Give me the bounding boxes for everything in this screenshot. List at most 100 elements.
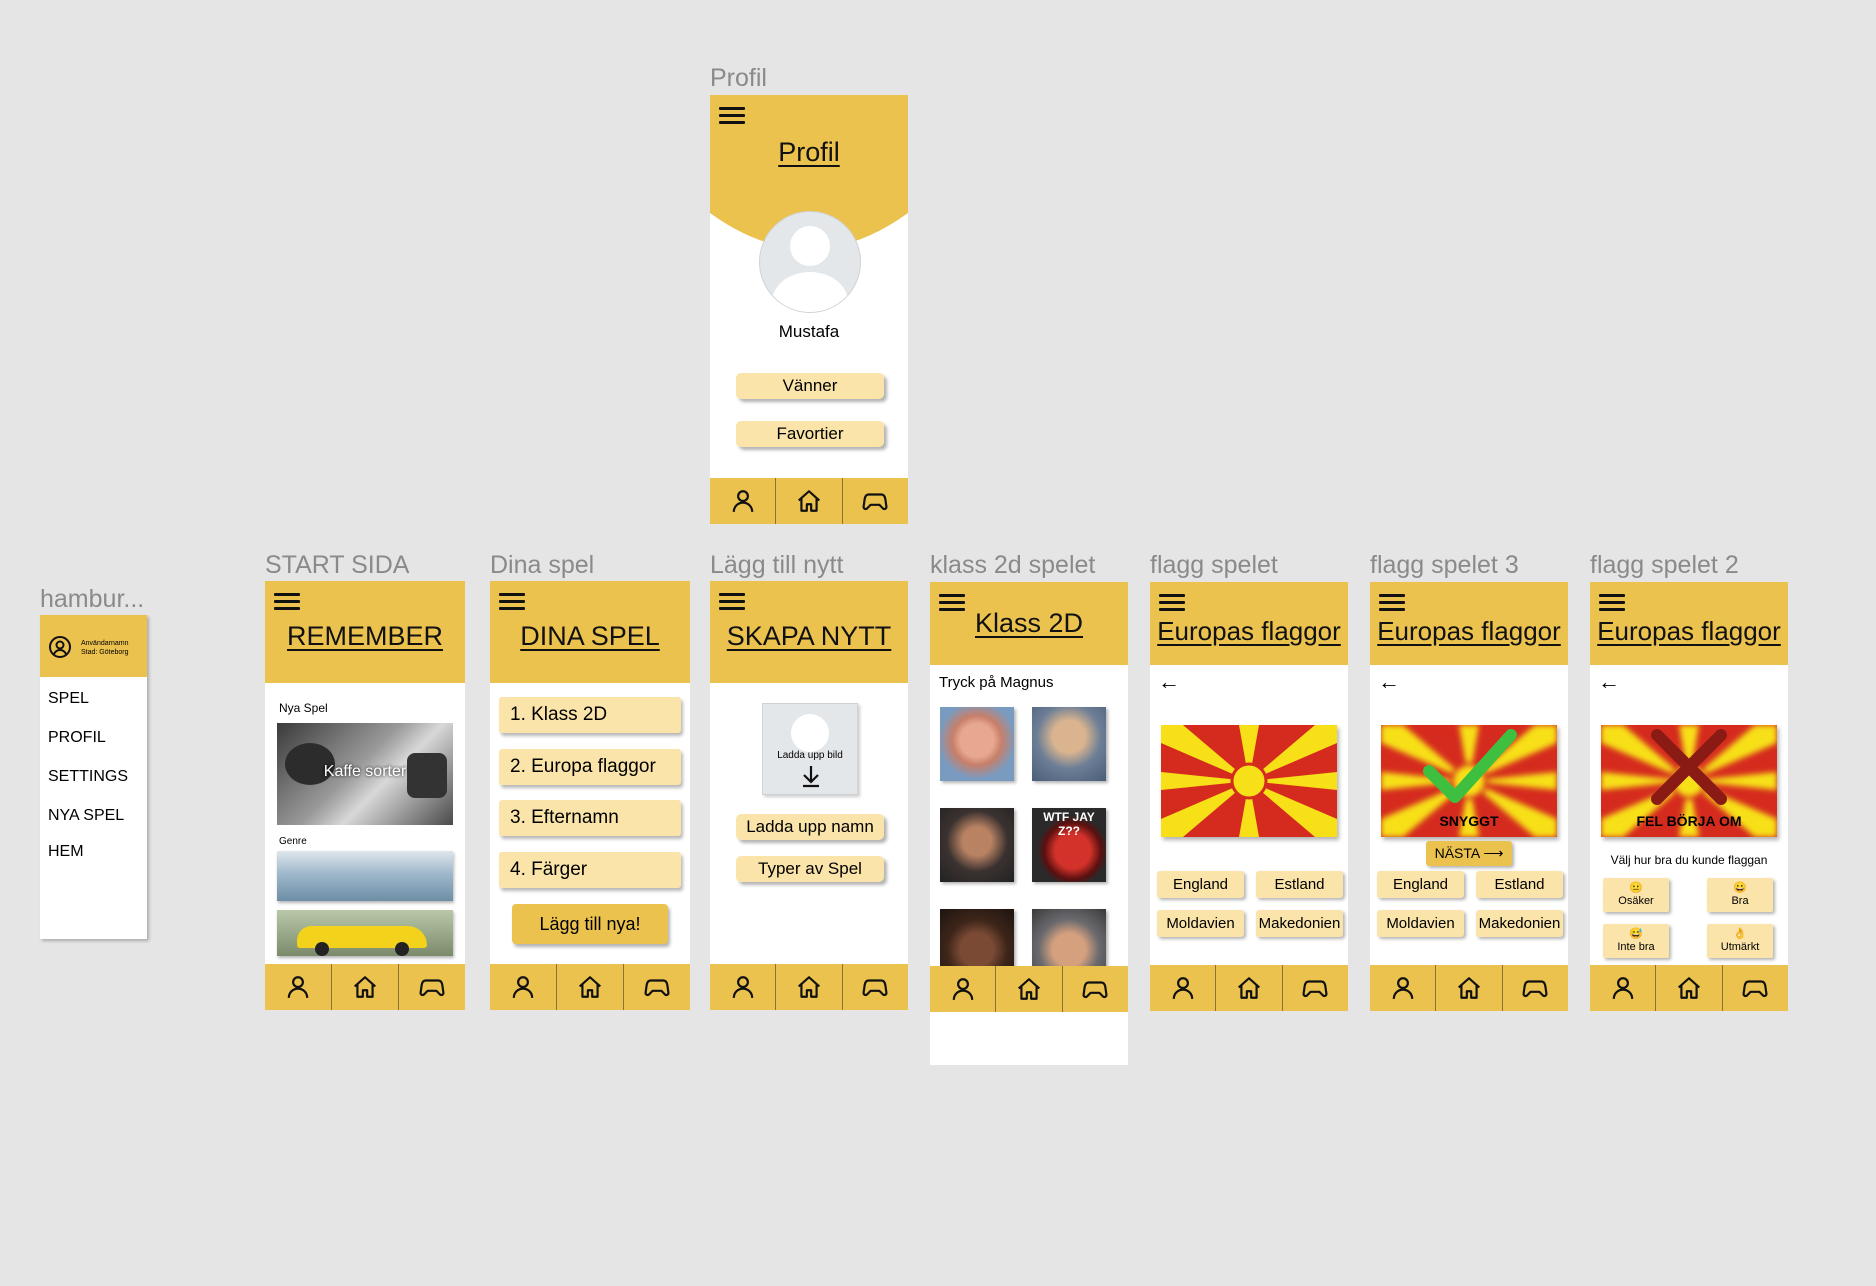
nav-games[interactable] [843,478,908,524]
genre-card-car[interactable] [277,910,453,956]
answer-button[interactable]: Estland [1256,871,1343,898]
avatar-body [772,272,848,312]
nav-home[interactable] [1216,965,1283,1011]
nav-profile[interactable] [1590,965,1657,1011]
cross-icon [1651,729,1727,805]
menu-item-hem[interactable]: HEM [48,843,84,861]
menu-item-profil[interactable]: PROFIL [48,729,106,747]
result-text: FEL BÖRJA OM [1636,813,1742,829]
page-title: Europas flaggor [1377,616,1561,646]
gamepad-icon [862,974,888,1000]
avatar[interactable] [759,211,861,313]
frame-label-hamburger: hambur... [40,585,145,613]
rating-label: Osäker [1618,895,1654,907]
nav-games[interactable] [399,964,465,1010]
nav-profile[interactable] [710,964,777,1010]
menu-item-spel[interactable]: SPEL [48,690,89,708]
nav-profile[interactable] [265,964,332,1010]
answer-button[interactable]: England [1157,871,1244,898]
sweat-face-icon: 😅 [1629,928,1643,940]
meme-text: WTF JAY Z?? [1043,810,1095,838]
nav-home[interactable] [557,964,624,1010]
nav-games[interactable] [1283,965,1348,1011]
gamepad-icon [1082,976,1108,1002]
nav-profile[interactable] [1370,965,1437,1011]
menu-item-nya-spel[interactable]: NYA SPEL [48,807,124,825]
nav-profile[interactable] [1150,965,1217,1011]
answer-button[interactable]: Makedonien [1256,910,1343,937]
next-button[interactable]: NÄSTA ⟶ [1426,841,1512,866]
game-list-item[interactable]: 4. Färger [499,852,681,888]
flag-image: SNYGGT [1381,725,1557,837]
nav-games[interactable] [1723,965,1788,1011]
header: DINA SPEL [490,581,690,683]
hamburger-icon[interactable] [274,593,300,611]
student-photo[interactable]: WTF JAY Z?? [1032,808,1106,882]
student-photo[interactable] [1032,707,1106,781]
answer-button[interactable]: Moldavien [1377,910,1464,937]
nav-games[interactable] [1063,966,1128,1012]
nav-games[interactable] [843,964,908,1010]
rating-button-unsure[interactable]: 😐 Osäker [1603,878,1669,912]
nav-home[interactable] [776,964,843,1010]
hamburger-icon[interactable] [499,593,525,611]
answer-button[interactable]: England [1377,871,1464,898]
student-photo[interactable] [940,808,1014,882]
nav-games[interactable] [1503,965,1568,1011]
nav-home[interactable] [996,966,1063,1012]
page-title: SKAPA NYTT [726,621,892,651]
nav-profile[interactable] [490,964,557,1010]
hamburger-icon[interactable] [1159,594,1185,612]
upload-image-box[interactable]: Ladda upp bild [762,703,858,795]
hamburger-icon[interactable] [1379,594,1405,612]
game-types-button[interactable]: Typer av Spel [736,856,884,882]
nav-home[interactable] [1436,965,1503,1011]
student-photo[interactable] [940,707,1014,781]
menu-item-settings[interactable]: SETTINGS [48,768,128,786]
back-arrow-icon[interactable]: ← [1158,669,1180,695]
hamburger-icon[interactable] [1599,594,1625,612]
game-card-kaffe[interactable]: Kaffe sorter [277,723,453,825]
person-icon [1390,975,1416,1001]
answer-button[interactable]: Makedonien [1476,910,1563,937]
game-card-label: Kaffe sorter [323,763,407,780]
nav-games[interactable] [624,964,690,1010]
frame-label-start: START SIDA [265,551,410,579]
bottom-nav [1370,965,1568,1011]
gamepad-icon [419,974,445,1000]
nav-profile[interactable] [930,966,997,1012]
header: SKAPA NYTT [710,581,908,683]
game-list-item[interactable]: 2. Europa flaggor [499,749,681,785]
header: REMEMBER [265,581,465,683]
back-arrow-icon[interactable]: ← [1598,669,1620,695]
rating-button-excellent[interactable]: 👌 Utmärkt [1707,924,1773,958]
bottom-nav [710,478,908,524]
nav-profile[interactable] [710,478,777,524]
rating-button-good[interactable]: 😀 Bra [1707,878,1773,912]
neutral-face-icon: 😐 [1629,882,1643,894]
game-list-item[interactable]: 3. Efternamn [499,800,681,836]
flagg-screen: Europas flaggor ← England Estland Moldav… [1150,582,1348,1011]
rating-button-not-good[interactable]: 😅 Inte bra [1603,924,1669,958]
nav-home[interactable] [1656,965,1723,1011]
nav-home[interactable] [776,478,843,524]
frame-label-lagg-till: Lägg till nytt [710,551,844,579]
answer-button[interactable]: Estland [1476,871,1563,898]
hamburger-icon[interactable] [719,593,745,611]
gamepad-icon [1302,975,1328,1001]
friends-button[interactable]: Vänner [736,373,884,399]
nav-home[interactable] [332,964,399,1010]
upload-name-button[interactable]: Ladda upp namn [736,814,884,840]
answer-button[interactable]: Moldavien [1157,910,1244,937]
favorites-button[interactable]: Favortier [736,421,884,447]
back-arrow-icon[interactable]: ← [1378,669,1400,695]
game-list-item[interactable]: 1. Klass 2D [499,697,681,733]
add-new-button[interactable]: Lägg till nya! [512,904,668,944]
frame-label-flagg: flagg spelet [1150,551,1278,579]
home-icon [1016,976,1042,1002]
header: Europas flaggor [1370,582,1568,665]
genre-card-sea[interactable] [277,851,453,901]
start-screen: REMEMBER Nya Spel Kaffe sorter Genre [265,581,465,1010]
hamburger-icon[interactable] [719,107,745,125]
flagg3-screen: Europas flaggor ← SNYGGT NÄSTA ⟶ England… [1370,582,1568,1011]
